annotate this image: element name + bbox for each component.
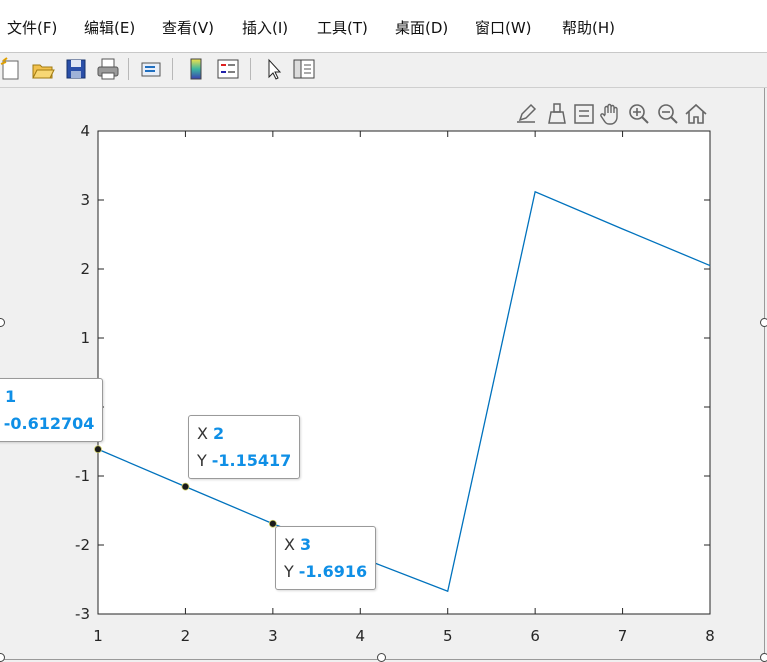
datatip-2[interactable]: X2 Y -1.15417 — [188, 415, 301, 479]
datatip-x-value: 1 — [4, 387, 17, 406]
y-tick-label: -3 — [75, 605, 90, 623]
datatip-marker[interactable] — [181, 482, 190, 491]
datatip-y-label: Y — [284, 562, 294, 581]
x-tick-label: 5 — [443, 627, 453, 645]
chart-svg: 1 2 3 4 5 6 7 8 -3 -2 -1 1 2 3 4 — [75, 122, 715, 645]
x-tick-label: 6 — [530, 627, 540, 645]
datatip-y-value: -1.6916 — [298, 562, 368, 581]
x-tick-label: 4 — [356, 627, 366, 645]
y-tick-label: 4 — [80, 122, 90, 140]
y-tick-label: -1 — [75, 467, 90, 485]
y-tick-label: 1 — [80, 329, 90, 347]
resize-handle[interactable] — [760, 318, 767, 327]
x-tick-label: 8 — [705, 627, 715, 645]
y-tick-label: 3 — [80, 191, 90, 209]
datatip-y-label: Y — [197, 451, 207, 470]
datatip-y-value: -1.15417 — [211, 451, 292, 470]
datatip-x-value: 2 — [212, 424, 225, 443]
datatip-y-value: -0.612704 — [3, 414, 95, 433]
y-tick-label: 2 — [80, 260, 90, 278]
y-tick-label: -2 — [75, 536, 90, 554]
datatip-marker[interactable] — [94, 445, 102, 454]
x-tick-label: 1 — [93, 627, 103, 645]
datatip-x-label: X — [197, 424, 208, 443]
datatip-3[interactable]: X3 Y -1.6916 — [275, 526, 377, 590]
x-tick-label: 3 — [268, 627, 278, 645]
datatip-x-value: 3 — [299, 535, 312, 554]
datatip-1[interactable]: X1 Y-0.612704 — [0, 378, 104, 442]
axes-box — [97, 130, 711, 615]
x-tick-label: 7 — [618, 627, 628, 645]
x-tick-label: 2 — [181, 627, 191, 645]
datatip-x-label: X — [284, 535, 295, 554]
